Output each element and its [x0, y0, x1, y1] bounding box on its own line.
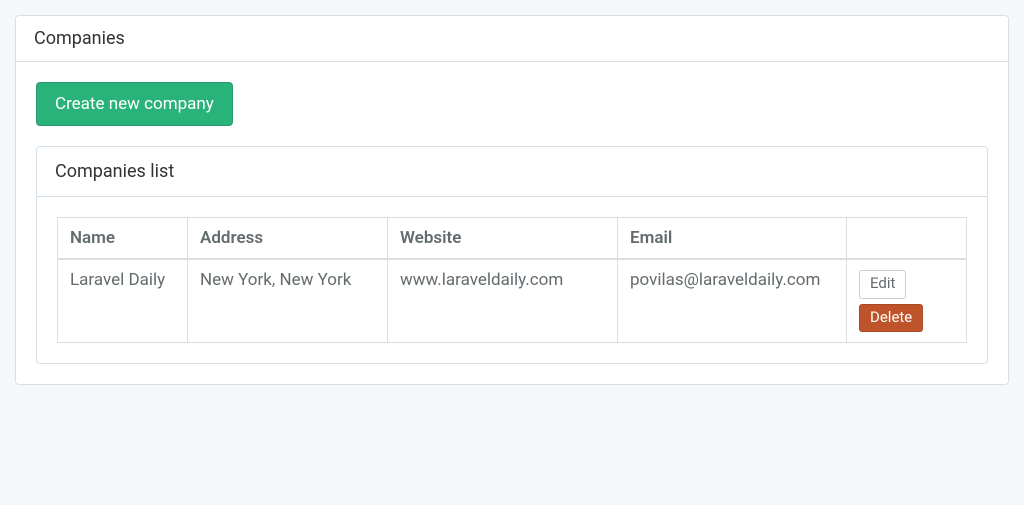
companies-table: Name Address Website Email Laravel Daily… [57, 217, 967, 343]
header-name: Name [58, 218, 188, 260]
companies-card: Companies Create new company Companies l… [15, 15, 1009, 385]
cell-name: Laravel Daily [58, 259, 188, 343]
header-website: Website [388, 218, 618, 260]
card-body: Create new company Companies list Name A… [16, 62, 1008, 384]
page-title: Companies [16, 16, 1008, 62]
cell-website: www.laraveldaily.com [388, 259, 618, 343]
companies-list-panel: Companies list Name Address Website Emai… [36, 146, 988, 364]
header-email: Email [618, 218, 847, 260]
header-address: Address [188, 218, 388, 260]
companies-list-title: Companies list [37, 147, 987, 197]
header-actions [847, 218, 967, 260]
cell-address: New York, New York [188, 259, 388, 343]
edit-button[interactable]: Edit [859, 270, 906, 299]
table-row: Laravel Daily New York, New York www.lar… [58, 259, 967, 343]
table-header-row: Name Address Website Email [58, 218, 967, 260]
create-company-button[interactable]: Create new company [36, 82, 233, 126]
cell-actions: Edit Delete [847, 259, 967, 343]
cell-email: povilas@laraveldaily.com [618, 259, 847, 343]
companies-list-body: Name Address Website Email Laravel Daily… [37, 197, 987, 363]
delete-button[interactable]: Delete [859, 304, 923, 333]
